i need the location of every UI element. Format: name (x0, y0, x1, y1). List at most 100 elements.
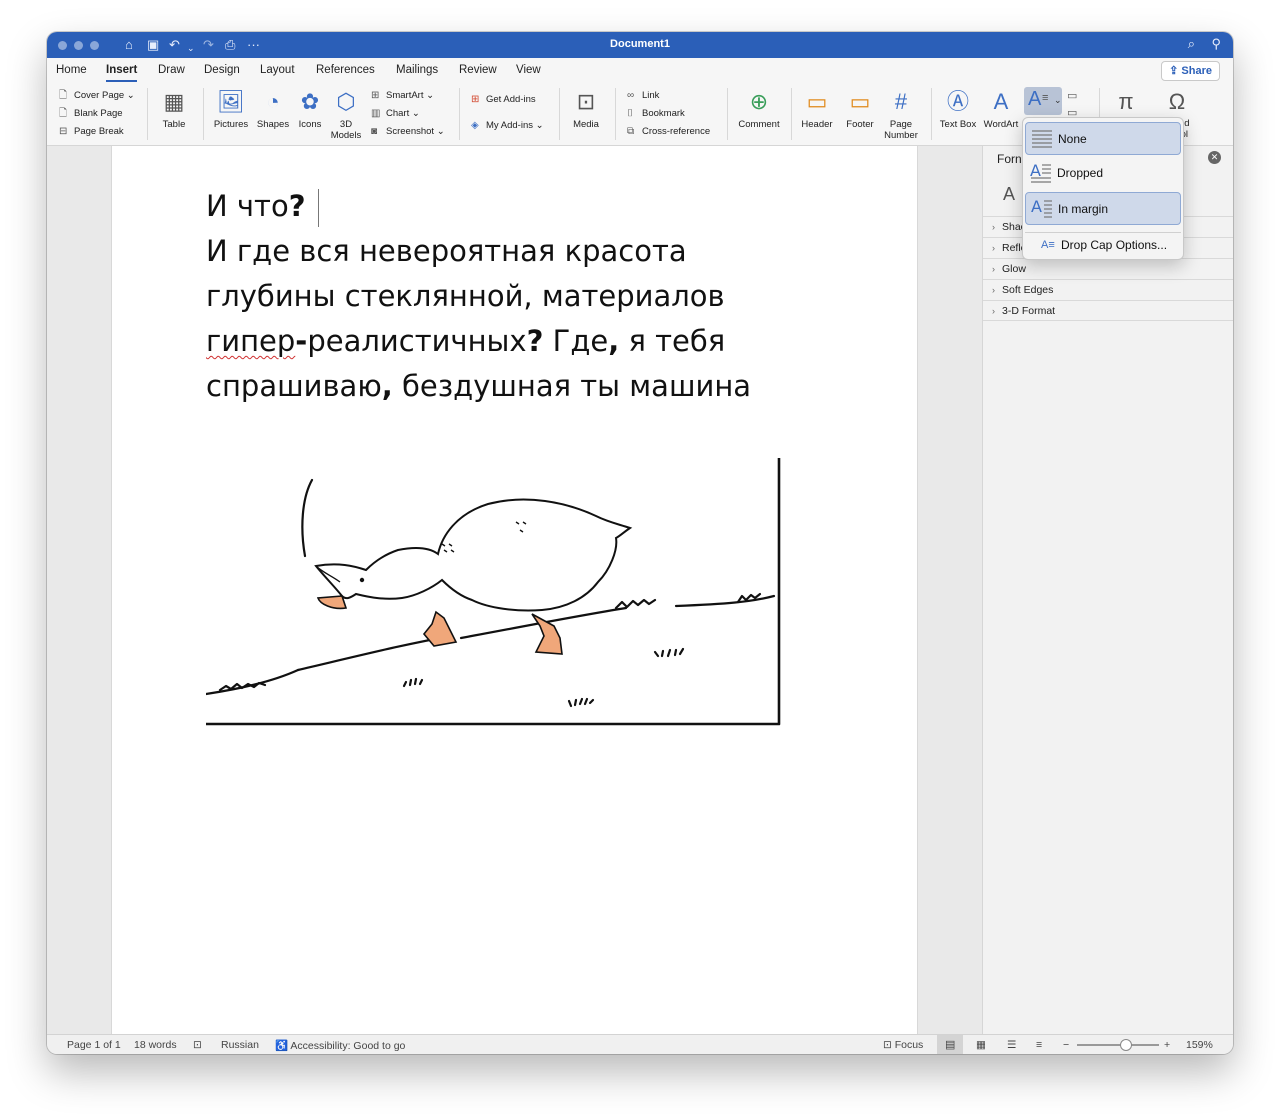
cover-page-button[interactable]: 🗋 Cover Page ⌄ (59, 90, 135, 102)
3d-models-label: 3D Models (330, 119, 362, 141)
proofing-icon[interactable]: ⊡ (193, 1039, 202, 1051)
smartart-icon: ⊞ (371, 90, 380, 101)
my-addins-button[interactable]: ◈ My Add-ins ⌄ (471, 120, 544, 132)
screenshot-button[interactable]: ◙ Screenshot ⌄ (371, 126, 445, 138)
tab-view[interactable]: View (516, 64, 541, 76)
cross-reference-button[interactable]: ⧉ Cross-reference (627, 126, 710, 138)
outline-view-icon[interactable]: ☰ (1007, 1039, 1016, 1051)
my-addins-icon: ◈ (471, 120, 479, 131)
symbol-button[interactable]: Ωed ol (1157, 88, 1197, 140)
text-cursor (317, 189, 319, 227)
tab-insert[interactable]: Insert (106, 64, 138, 82)
smartart-button[interactable]: ⊞ SmartArt ⌄ (371, 90, 434, 102)
comment-button[interactable]: ⊕ Comment (735, 88, 783, 130)
section-label: Soft Edges (1002, 284, 1054, 296)
tab-mailings[interactable]: Mailings (396, 64, 438, 76)
pane-section-3d-format[interactable]: › 3-D Format (983, 300, 1233, 321)
tab-design[interactable]: Design (204, 64, 240, 76)
cross-reference-label: Cross-reference (642, 126, 711, 137)
p2-text-b: реалистичных (307, 324, 527, 358)
document-page[interactable]: И что? И где вся невероятная красота глу… (111, 146, 918, 1034)
blank-page-button[interactable]: 🗋 Blank Page (59, 108, 123, 120)
web-layout-view-icon[interactable]: ▦ (976, 1039, 986, 1051)
zoom-slider[interactable] (1077, 1039, 1159, 1051)
cover-page-label: Cover Page (74, 90, 125, 101)
tab-home[interactable]: Home (56, 64, 87, 76)
paragraph-1[interactable]: И что? (206, 184, 766, 229)
zoom-out-icon[interactable]: − (1063, 1039, 1069, 1051)
paragraph-2[interactable]: И где вся невероятная красота глубины ст… (206, 229, 766, 409)
chevron-right-icon: › (992, 264, 995, 274)
page-number-button[interactable]: # Page Number (881, 88, 921, 141)
media-button[interactable]: ⊡ Media (565, 88, 607, 130)
chart-button[interactable]: ▥ Chart ⌄ (371, 108, 420, 120)
accessibility-status[interactable]: ♿ Accessibility: Good to go (275, 1039, 405, 1052)
chevron-right-icon: › (992, 222, 995, 232)
pictures-button[interactable]: 🖼 Pictures (211, 88, 251, 130)
footer-button[interactable]: ▭ Footer (841, 88, 879, 130)
tab-review[interactable]: Review (459, 64, 497, 76)
table-button[interactable]: ▦ Table (155, 88, 193, 130)
word-count[interactable]: 18 words (134, 1039, 177, 1051)
misspelled-word[interactable]: гипер (206, 324, 295, 358)
tab-draw[interactable]: Draw (158, 64, 185, 76)
zoom-slider-thumb[interactable] (1120, 1039, 1133, 1051)
drop-cap-in-margin-option[interactable]: A In margin (1025, 192, 1181, 225)
account-icon[interactable]: ⚲ (1211, 36, 1221, 52)
drop-cap-options-item[interactable]: A≡ Drop Cap Options... (1025, 232, 1181, 256)
drop-cap-none-icon (1032, 130, 1052, 148)
close-pane-icon[interactable]: ✕ (1208, 151, 1221, 164)
drop-cap-menu: None A Dropped A In margin A≡ Drop Cap O… (1022, 117, 1184, 260)
drop-cap-icon: A (1028, 88, 1042, 110)
drop-cap-button[interactable]: A ≡ ⌄ (1024, 87, 1062, 115)
print-layout-view-button[interactable]: ▤ (937, 1035, 963, 1054)
ribbon-divider (931, 88, 932, 140)
accessibility-label: Accessibility: Good to go (290, 1040, 406, 1052)
equation-button[interactable]: π (1107, 88, 1145, 119)
header-label: Header (801, 119, 833, 130)
share-button[interactable]: ⇪ Share (1161, 61, 1220, 81)
draft-view-icon[interactable]: ≡ (1036, 1039, 1042, 1051)
text-box-button[interactable]: Ⓐ Text Box (937, 88, 979, 130)
text-effects-tab-icon[interactable]: A (1003, 184, 1015, 205)
table-icon: ▦ (163, 89, 185, 114)
drop-cap-none-option[interactable]: None (1025, 122, 1181, 155)
link-button[interactable]: ∞ Link (627, 90, 659, 102)
header-button[interactable]: ▭ Header (797, 88, 837, 130)
bookmark-button[interactable]: ⌷ Bookmark (627, 108, 685, 120)
get-addins-label: Get Add-ins (486, 94, 536, 105)
footer-icon: ▭ (849, 89, 871, 114)
goose-illustration[interactable] (206, 458, 784, 728)
line1-question-mark: ? (288, 189, 306, 223)
ribbon-divider (459, 88, 460, 140)
media-icon: ⊡ (576, 89, 596, 114)
get-addins-button[interactable]: ⊞ Get Add-ins (471, 94, 536, 106)
text-box-icon: Ⓐ (946, 89, 969, 114)
3d-models-button[interactable]: ⬡ 3D Models (329, 88, 363, 141)
document-text[interactable]: И что? И где вся невероятная красота глу… (206, 184, 766, 409)
page-break-button[interactable]: ⊟ Page Break (59, 126, 124, 138)
icons-button[interactable]: ✿ Icons (295, 88, 325, 130)
page-count[interactable]: Page 1 of 1 (67, 1039, 121, 1051)
page-icon: 🗋 (59, 90, 68, 101)
date-time-icon[interactable]: ▭ (1067, 89, 1077, 102)
search-icon[interactable]: ⌕ (1188, 36, 1195, 52)
svg-text:A: A (1031, 198, 1042, 216)
comment-icon: ⊕ (749, 89, 769, 114)
wordart-button[interactable]: A WordArt (981, 88, 1021, 130)
page-number-label: Page Number (884, 119, 918, 141)
p2-text-e: бездушная ты машина (392, 369, 752, 403)
drop-cap-dropped-option[interactable]: A Dropped (1025, 157, 1181, 190)
chevron-right-icon: › (992, 243, 995, 253)
zoom-in-icon[interactable]: + (1164, 1039, 1170, 1051)
language[interactable]: Russian (221, 1039, 259, 1051)
shapes-button[interactable]: ◔ Shapes (255, 88, 291, 130)
tab-layout[interactable]: Layout (260, 64, 295, 76)
tab-references[interactable]: References (316, 64, 375, 76)
pane-section-glow[interactable]: › Glow (983, 258, 1233, 279)
accessibility-icon: ♿ (275, 1040, 291, 1052)
pane-section-soft-edges[interactable]: › Soft Edges (983, 279, 1233, 300)
p2-text-c: Где (543, 324, 609, 358)
focus-button[interactable]: ⊡ Focus (883, 1039, 923, 1051)
zoom-level[interactable]: 159% (1186, 1039, 1213, 1051)
